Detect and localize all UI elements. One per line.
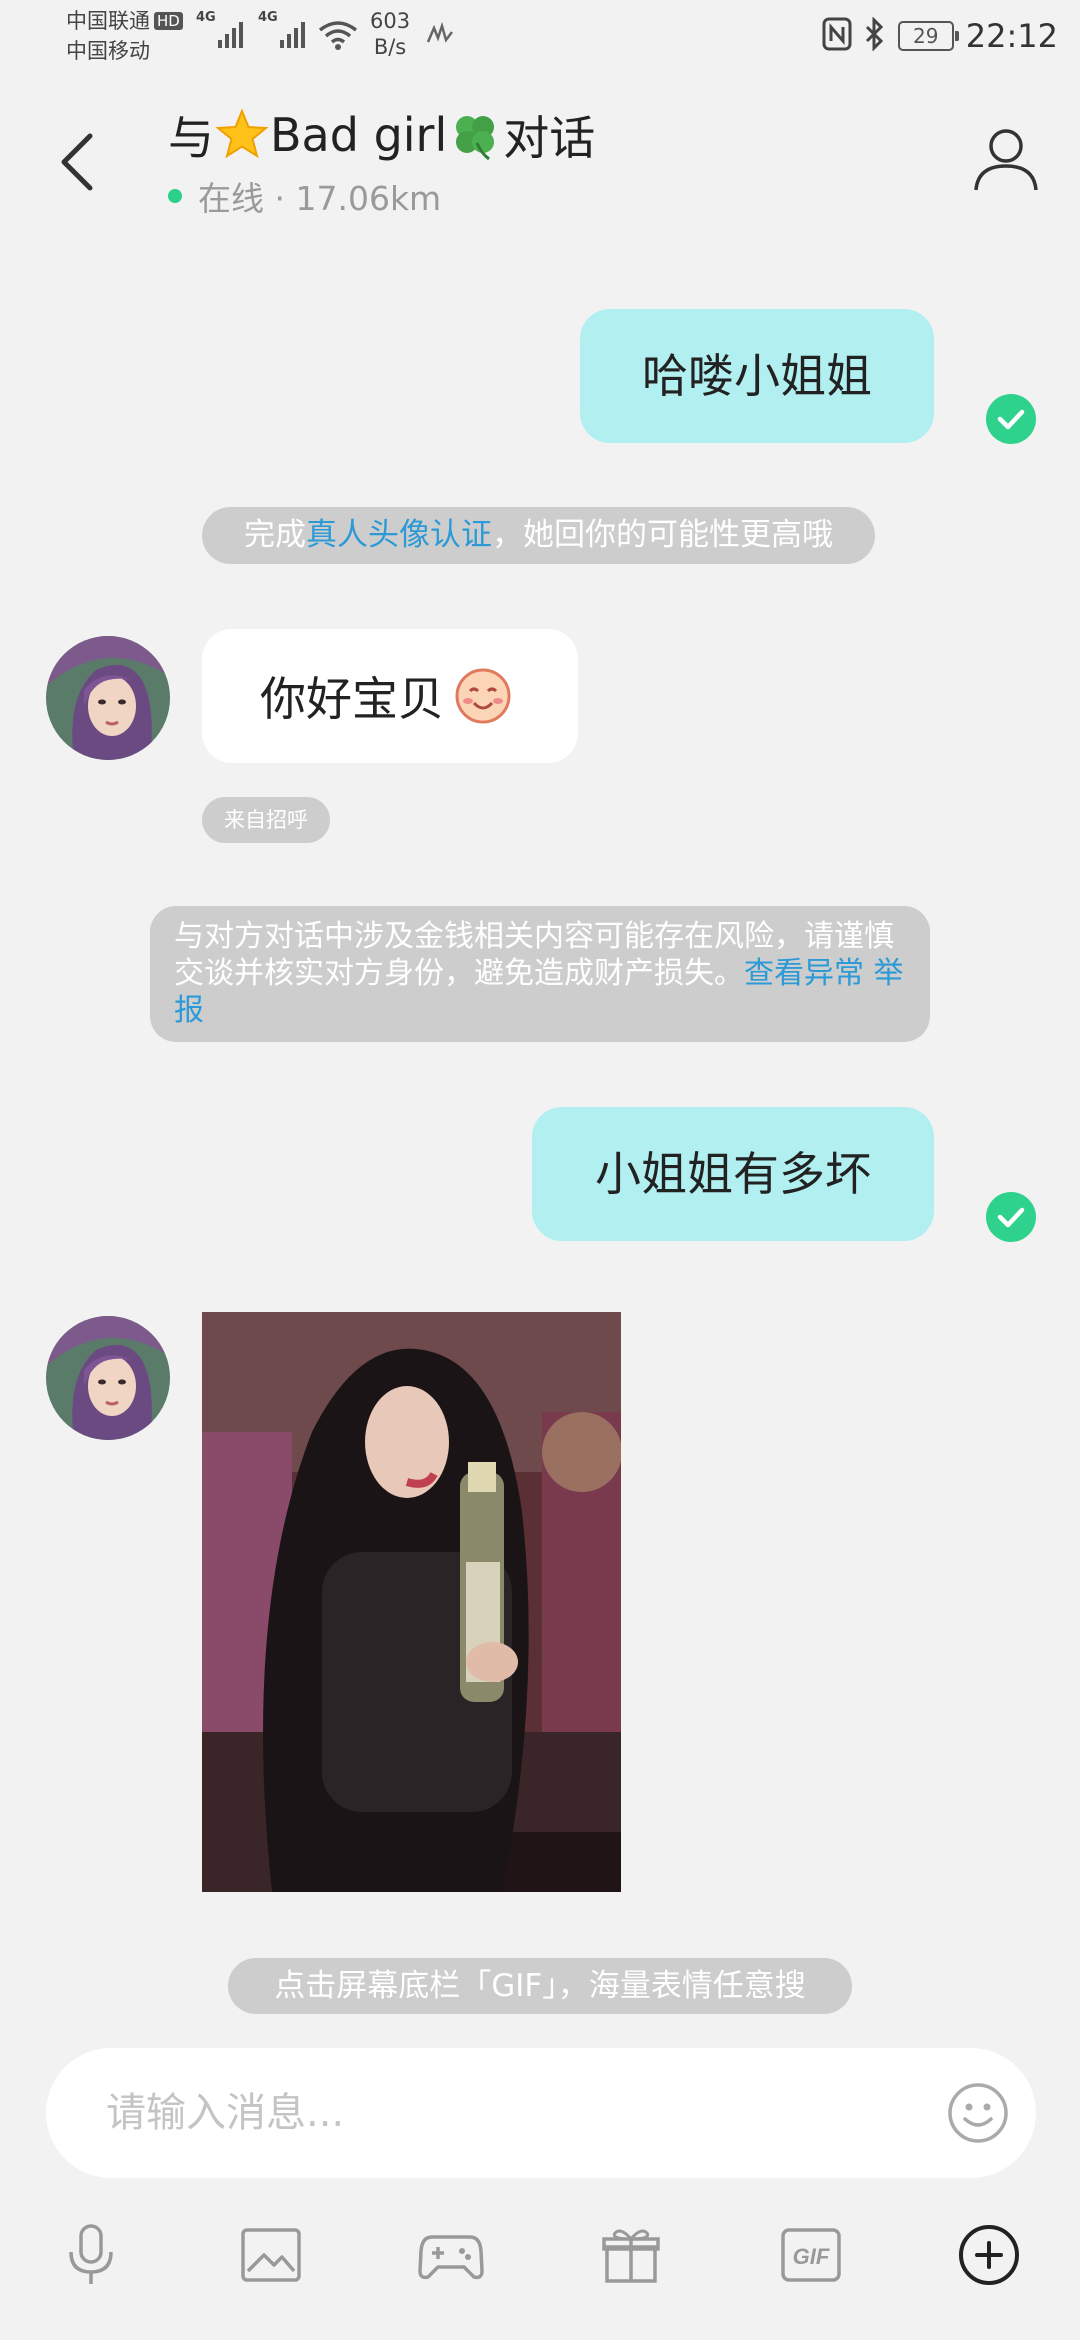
chevron-left-icon — [61, 133, 93, 191]
user-icon — [974, 129, 1038, 191]
carrier-1: 中国联通 — [66, 9, 150, 33]
online-dot-icon — [168, 189, 182, 203]
view-abnormal-link[interactable]: 查看异常 — [744, 956, 864, 991]
smiling-face-emoji-icon — [455, 668, 511, 724]
message-text: 你好宝贝 — [260, 672, 444, 726]
chat-header: 与 Bad girl 对话 在线 · 17.06km — [0, 76, 1080, 226]
gift-button[interactable] — [596, 2220, 666, 2290]
title-suffix: 对话 — [503, 111, 596, 165]
gif-icon: GIF — [781, 2228, 841, 2282]
greeting-tag: 来自招呼 — [202, 797, 330, 843]
image-button[interactable] — [236, 2220, 306, 2290]
status-right: 29 22:12 — [822, 14, 1058, 58]
gif-tip: 点击屏幕底栏「GIF」，海量表情任意搜 — [228, 1958, 852, 2014]
verify-link[interactable]: 真人头像认证 — [306, 517, 492, 553]
title-prefix: 与 — [168, 111, 214, 165]
sent-check-icon — [986, 394, 1036, 444]
status-bar: 中国联通 HD 中国移动 4G 4G 603 B/s 29 22:12 — [0, 0, 1080, 76]
avatar[interactable] — [46, 636, 170, 760]
net-speed-unit: B/s — [373, 35, 407, 59]
verify-prefix: 完成 — [244, 517, 306, 553]
net-speed: 603 B/s — [370, 8, 410, 60]
gif-icon-label: GIF — [793, 2244, 830, 2269]
gif-button[interactable]: GIF — [776, 2220, 846, 2290]
plus-circle-icon — [959, 2225, 1019, 2285]
bluetooth-icon — [864, 16, 886, 55]
battery-icon: 29 — [897, 21, 959, 51]
wifi-icon — [318, 20, 358, 56]
voice-button[interactable] — [56, 2220, 126, 2290]
gift-icon — [602, 2229, 660, 2283]
emoji-button[interactable] — [946, 2081, 1010, 2145]
clover-icon — [456, 116, 495, 161]
net-speed-value: 603 — [370, 9, 411, 33]
back-button[interactable] — [50, 122, 110, 202]
risk-warning: 与对方对话中涉及金钱相关内容可能存在风险，请谨慎交谈并核实对方身份，避免造成财产… — [150, 906, 930, 1042]
nfc-icon — [822, 17, 852, 55]
avatar[interactable] — [46, 1316, 170, 1440]
carrier-info: 中国联通 HD 中国移动 — [66, 6, 183, 66]
gamepad-icon — [418, 2235, 484, 2280]
online-status: 在线 · 17.06km — [168, 172, 441, 220]
message-input[interactable] — [106, 2048, 906, 2178]
sent-check-icon — [986, 1192, 1036, 1242]
gif-image-message[interactable] — [202, 1312, 621, 1892]
verify-tip: 完成真人头像认证，她回你的可能性更高哦 — [202, 507, 875, 564]
image-icon — [241, 2228, 301, 2282]
signal-2-icon: 4G — [258, 10, 308, 56]
signal-2-label: 4G — [258, 10, 278, 25]
chat-toolbar: GIF — [0, 2220, 1080, 2300]
star-icon — [215, 108, 269, 159]
carrier-2: 中国移动 — [66, 39, 150, 63]
notification-icon — [424, 21, 456, 54]
smiley-icon — [948, 2083, 1008, 2143]
message-bubble-incoming[interactable]: 你好宝贝 — [202, 629, 578, 763]
page-title: 与 Bad girl 对话 — [168, 102, 595, 168]
hd-badge: HD — [154, 12, 183, 30]
title-name: Bad girl — [270, 108, 448, 162]
microphone-icon — [69, 2224, 113, 2284]
more-button[interactable] — [954, 2220, 1024, 2290]
clock: 22:12 — [965, 17, 1058, 55]
message-bubble-outgoing[interactable]: 哈喽小姐姐 — [580, 309, 934, 443]
profile-button[interactable] — [970, 122, 1042, 194]
game-button[interactable] — [416, 2220, 486, 2290]
signal-1-label: 4G — [196, 10, 216, 25]
online-status-text: 在线 · 17.06km — [198, 179, 442, 218]
message-bubble-outgoing[interactable]: 小姐姐有多坏 — [532, 1107, 934, 1241]
signal-1-icon: 4G — [196, 10, 246, 56]
verify-suffix: ，她回你的可能性更高哦 — [492, 517, 833, 553]
message-input-bar — [46, 2048, 1036, 2178]
